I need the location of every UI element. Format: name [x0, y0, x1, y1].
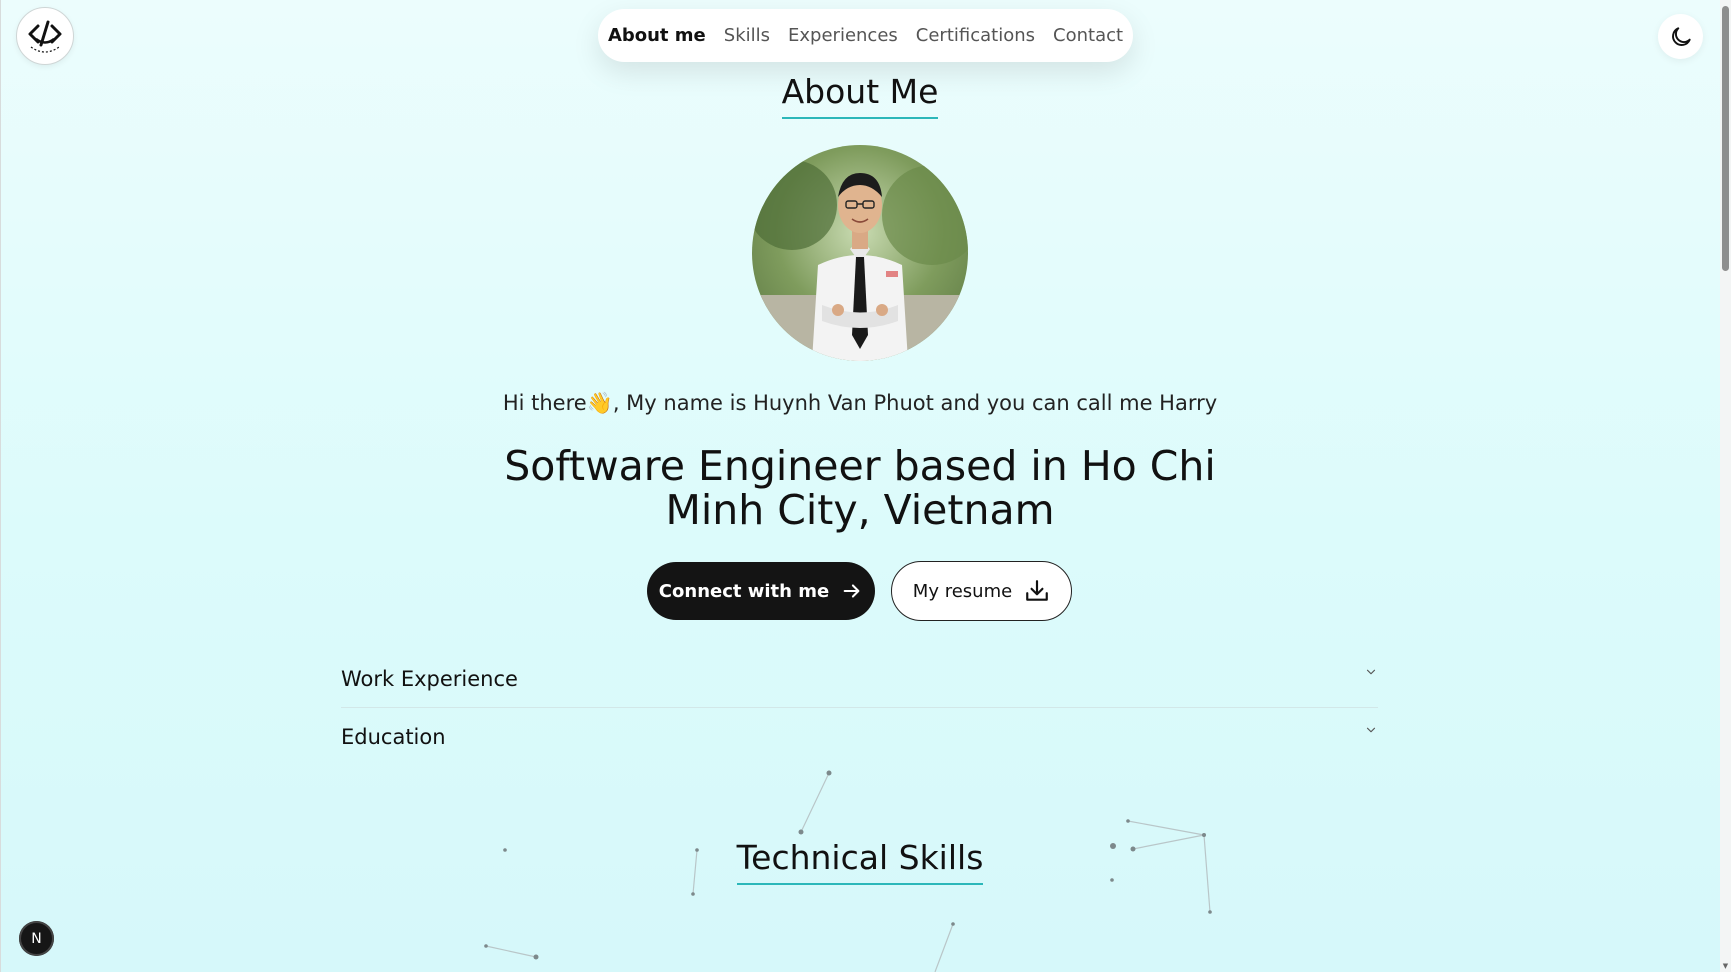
logo-icon: [28, 20, 62, 53]
dev-tools-badge[interactable]: N: [19, 921, 54, 956]
resume-button-label: My resume: [912, 580, 1013, 602]
nav-item-contact[interactable]: Contact: [1053, 25, 1123, 46]
arrow-right-icon: [843, 584, 860, 598]
scrollbar[interactable]: ▼: [1720, 0, 1731, 972]
profile-photo: [752, 145, 968, 361]
chevron-down-icon: [1366, 669, 1376, 675]
greeting-rest: , My name is Huynh Van Phuot and you can…: [612, 391, 1218, 415]
nav-item-experiences[interactable]: Experiences: [788, 25, 898, 46]
headline: Software Engineer based in Ho Chi Minh C…: [504, 442, 1216, 534]
connect-button-label: Connect with me: [658, 580, 830, 602]
connect-with-me-button[interactable]: Connect with me: [647, 562, 875, 620]
scroll-down-arrow-icon[interactable]: ▼: [1722, 963, 1729, 970]
greeting-text: Hi there👋, My name is Huynh Van Phuot an…: [0, 391, 1720, 416]
nav-item-certifications[interactable]: Certifications: [916, 25, 1035, 46]
accordion-work-experience[interactable]: Work Experience: [341, 654, 1378, 704]
accordion-label-work-experience: Work Experience: [341, 667, 518, 691]
about-title-text: About Me: [781, 72, 939, 119]
waving-hand-icon: 👋: [586, 391, 613, 415]
logo[interactable]: [16, 7, 74, 65]
moon-icon: [1671, 26, 1691, 46]
accordion-divider: [341, 707, 1378, 708]
chevron-down-icon: [1366, 727, 1376, 733]
main-nav: About me Skills Experiences Certificatio…: [598, 9, 1133, 62]
accordion-label-education: Education: [341, 725, 446, 749]
accordion-education[interactable]: Education: [341, 712, 1378, 762]
theme-toggle-button[interactable]: [1658, 14, 1703, 59]
nav-item-about-me[interactable]: About me: [608, 25, 706, 46]
nav-item-skills[interactable]: Skills: [724, 25, 770, 46]
skills-title-text: Technical Skills: [736, 838, 984, 885]
greeting-prefix: Hi there: [502, 391, 587, 415]
download-icon: [1026, 580, 1049, 601]
scrollbar-thumb[interactable]: [1722, 6, 1729, 271]
skills-section-title: Technical Skills: [0, 838, 1720, 885]
avatar: [752, 145, 968, 361]
about-section-title: About Me: [0, 72, 1720, 119]
my-resume-button[interactable]: My resume: [891, 561, 1072, 621]
